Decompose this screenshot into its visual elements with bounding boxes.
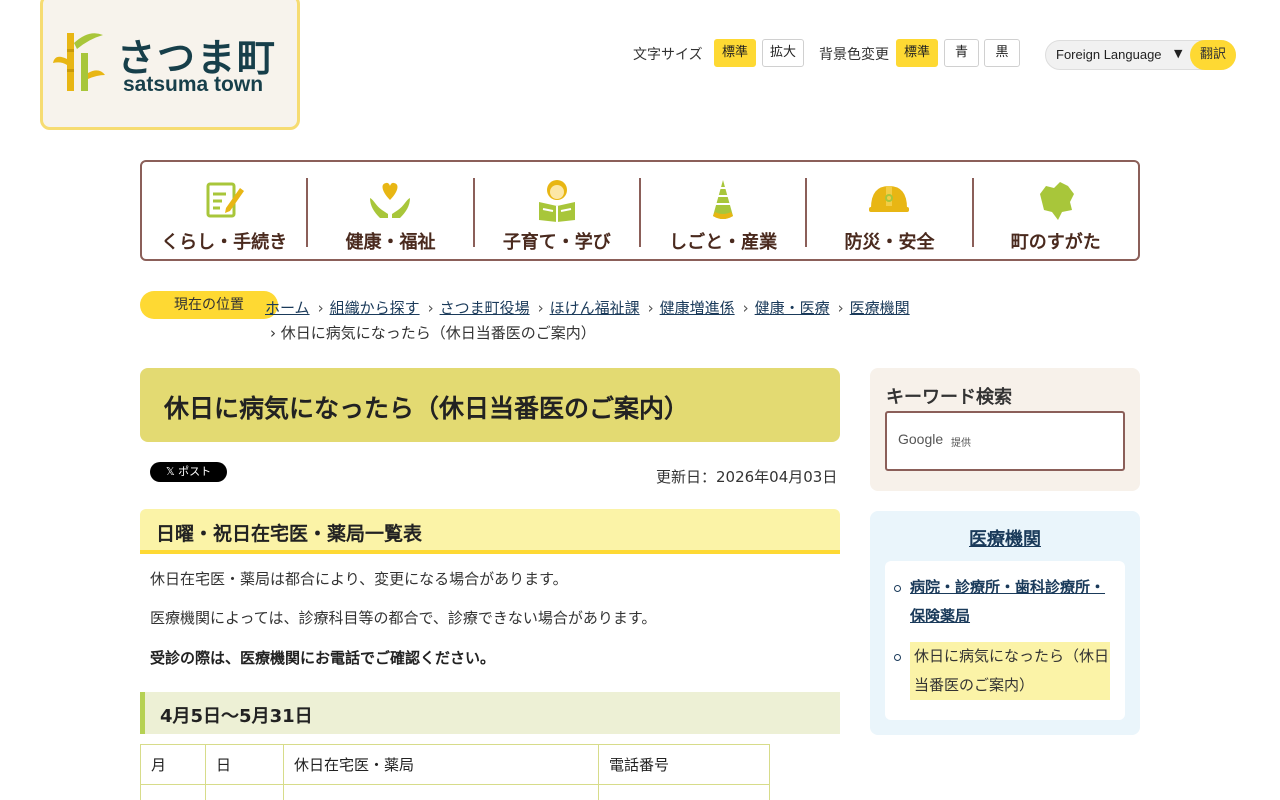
column-header: 休日在宅医・薬局 [283,744,599,785]
side-nav-current-label: 休日に病気になったら（休日当番医のご案内） [914,647,1110,694]
logo-text-en: satsuma town [123,73,264,96]
breadcrumb-link-medical-institutions[interactable]: 医療機関 [850,299,910,317]
global-nav: くらし・手続き 健康・福祉 子育て・学び しごと・産業 防災・安全 町のすがた [140,160,1140,261]
heart-hands-icon [370,182,411,218]
period-heading: 4月5日～5月31日 [140,692,840,734]
breadcrumb-link-org[interactable]: 組織から探す [330,299,420,317]
nav-item-work[interactable]: しごと・産業 [638,178,805,253]
side-nav-link-hospitals[interactable]: 病院・診療所・歯科診療所・保険薬局 [910,578,1105,625]
translate-button[interactable]: 翻訳 [1190,40,1236,70]
side-nav-item-current[interactable]: 休日に病気になったら（休日当番医のご案内） [894,642,1110,700]
nav-item-disaster[interactable]: 防災・安全 [805,178,971,253]
font-size-large-button[interactable]: 拡大 [762,39,805,67]
bullet-icon [894,654,901,661]
x-post-button[interactable]: 𝕏 ポスト [150,462,227,482]
nav-item-town[interactable]: 町のすがた [971,178,1138,253]
language-select[interactable]: Foreign Language ▼ 翻訳 [1045,40,1236,70]
notice-paragraph: 医療機関によっては、診療科目等の都合で、診療できない場合があります。 [150,609,657,627]
section-heading: 日曜・祝日在宅医・薬局一覧表 [140,509,840,554]
breadcrumb-link-townhall[interactable]: さつま町役場 [440,299,530,317]
breadcrumb-badge: 現在の位置 [140,291,278,319]
schedule-table: 月 日 休日在宅医・薬局 電話番号 [140,744,770,800]
search-input[interactable]: Google 提供 [885,411,1125,471]
bamboo-shoot-icon [713,180,734,219]
nav-item-health[interactable]: 健康・福祉 [306,178,472,253]
page-title-box: 休日に病気になったら（休日当番医のご案内） [140,368,840,442]
site-logo[interactable]: さつま町 satsuma town [40,0,300,130]
side-nav-list: 病院・診療所・歯科診療所・保険薬局 休日に病気になったら（休日当番医のご案内） [885,561,1125,720]
keyword-search-title: キーワード検索 [886,387,1012,408]
notice-paragraph: 休日在宅医・薬局は都合により、変更になる場合があります。 [150,570,568,588]
bg-black-button[interactable]: 黒 [984,39,1020,67]
helmet-icon [869,186,910,212]
table-header-row: 月 日 休日在宅医・薬局 電話番号 [140,744,770,785]
breadcrumb-link-welfare[interactable]: ほけん福祉課 [550,299,640,317]
side-nav-title[interactable]: 医療機関 [870,525,1140,551]
nav-label: 町のすがた [1010,232,1101,253]
side-nav-item[interactable]: 病院・診療所・歯科診療所・保険薬局 [894,573,1108,631]
breadcrumb-current: › 休日に病気になったら（休日当番医のご案内） [270,324,596,342]
keyword-search: キーワード検索 Google 提供 [870,368,1140,491]
bullet-icon [894,585,901,592]
google-label: Google [898,431,944,447]
column-header: 日 [205,744,284,785]
font-size-label: 文字サイズ [633,47,703,63]
bg-blue-button[interactable]: 青 [944,39,979,67]
language-select-label: Foreign Language [1056,47,1162,62]
page-title: 休日に病気になったら（休日当番医のご案内） [164,394,690,423]
breadcrumb-link-health-promotion[interactable]: 健康増進係 [660,299,735,317]
bg-color-label: 背景色変更 [819,47,889,63]
nav-label: 健康・福祉 [345,232,436,253]
nav-label: 子育て・学び [502,232,611,253]
nav-label: しごと・産業 [669,232,778,253]
notice-paragraph-bold: 受診の際は、医療機関にお電話でご確認ください。 [150,649,496,667]
bg-standard-button[interactable]: 標準 [896,39,939,67]
column-header: 電話番号 [598,744,770,785]
breadcrumb-link-home[interactable]: ホーム [265,299,310,317]
nav-item-life[interactable]: くらし・手続き [142,178,306,253]
nav-label: くらし・手続き [161,232,288,253]
column-header: 月 [140,744,206,785]
google-provided-label: 提供 [951,438,971,449]
bamboo-logo-icon [53,33,105,91]
nav-item-childcare[interactable]: 子育て・学び [472,178,639,253]
breadcrumb-link-health-medical[interactable]: 健康・医療 [755,299,830,317]
breadcrumb: ホーム › 組織から探す › さつま町役場 › ほけん福祉課 › 健康増進係 › 健康・医療 › 医療機… [265,299,910,317]
document-pen-icon [206,182,245,218]
side-nav: 医療機関 病院・診療所・歯科診療所・保険薬局 休日に病気になったら（休日当番医の… [870,511,1140,735]
table-row [140,784,770,800]
chevron-down-icon: ▼ [1174,47,1183,60]
nav-label: 防災・安全 [844,232,935,253]
town-map-icon [1039,182,1074,220]
updated-date: 更新日：2026年04月03日 [656,468,838,486]
child-reading-icon [538,180,575,222]
font-size-standard-button[interactable]: 標準 [714,39,757,67]
